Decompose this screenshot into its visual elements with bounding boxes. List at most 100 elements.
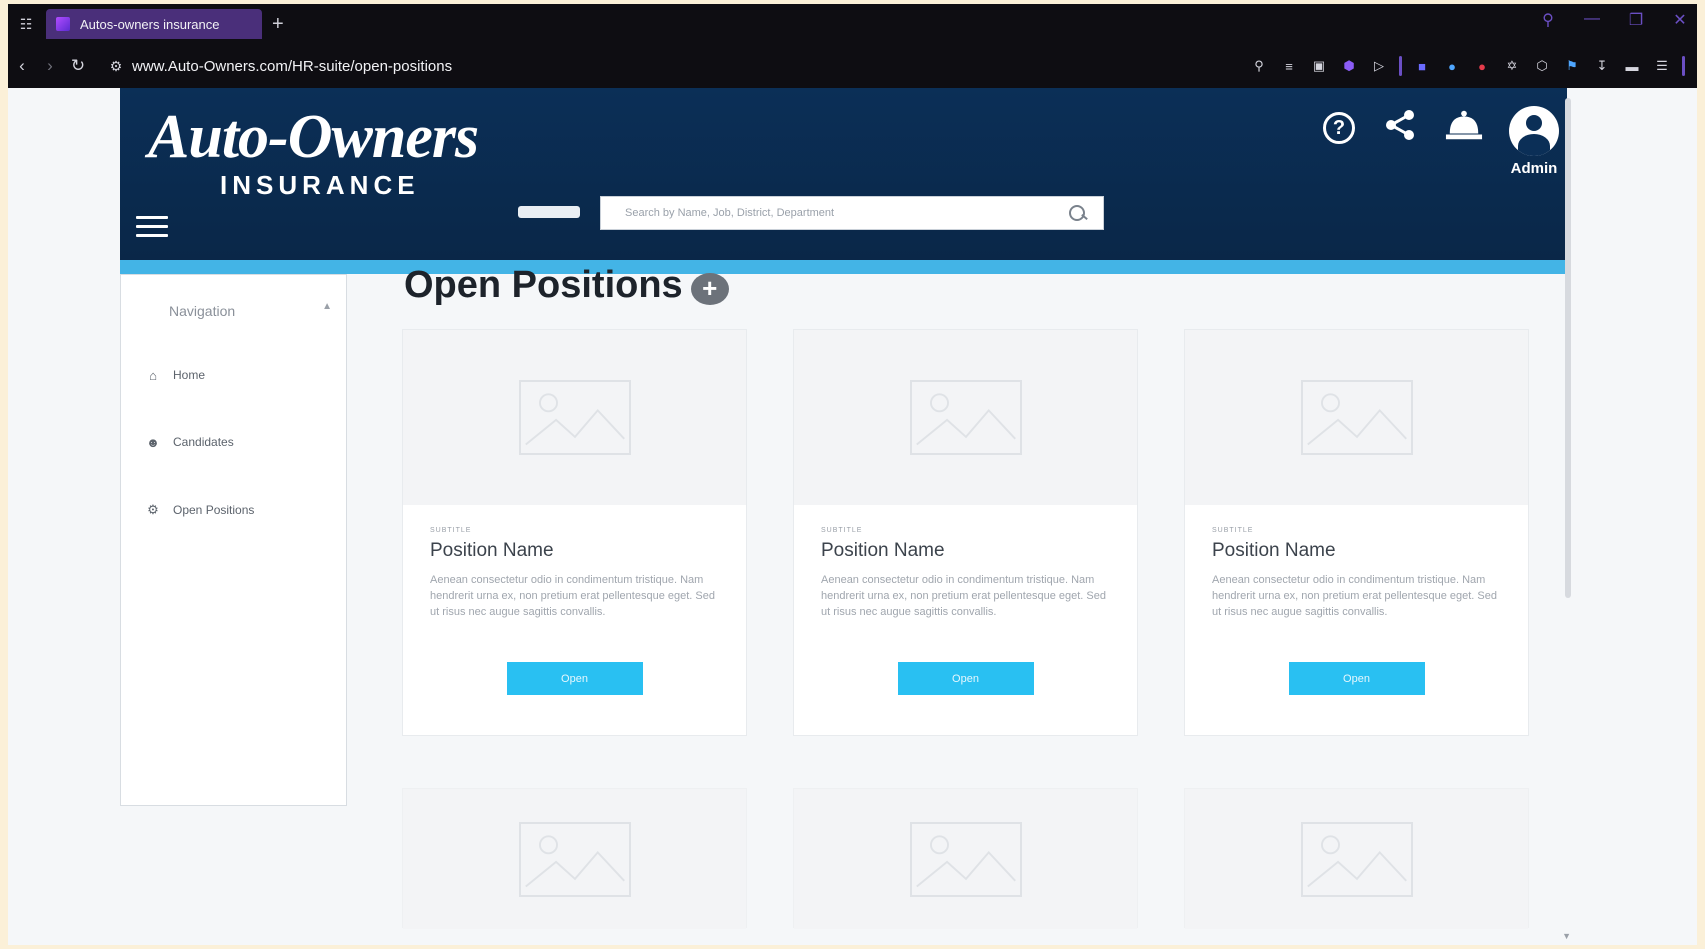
address-bar: ‹ › ↻ ⚙ www.Auto-Owners.com/HR-suite/ope… <box>8 44 1697 88</box>
url-field[interactable]: www.Auto-Owners.com/HR-suite/open-positi… <box>132 58 452 75</box>
header-accent-stripe <box>120 260 1567 274</box>
site-info-icon[interactable]: ⚙ <box>106 58 126 75</box>
card-title: Position Name <box>821 540 945 561</box>
card-subtitle: SUBTITLE <box>430 527 472 534</box>
card-description: Aenean consectetur odio in condimentum t… <box>430 574 715 618</box>
card-image <box>1185 330 1528 505</box>
card-image <box>794 789 1137 929</box>
image-placeholder-icon <box>909 821 1022 897</box>
sidebar-item-open-positions[interactable]: ⚙ Open Positions <box>145 502 254 518</box>
header-actions: ? Admin <box>1323 106 1559 177</box>
page-scrollbar[interactable] <box>1565 98 1571 598</box>
extension-red-icon[interactable]: ● <box>1472 56 1492 76</box>
reload-icon[interactable]: ↻ <box>64 56 92 76</box>
extension-square-icon[interactable]: ■ <box>1412 56 1432 76</box>
sidebar-collapse-icon[interactable]: ▲ <box>322 301 332 312</box>
card-description: Aenean consectetur odio in condimentum t… <box>1212 574 1497 618</box>
logo[interactable]: Auto-Owners INSURANCE <box>148 103 479 201</box>
search-input[interactable] <box>625 207 1065 219</box>
toolbar-divider-end <box>1682 56 1685 76</box>
card-description: Aenean consectetur odio in condimentum t… <box>821 574 1106 618</box>
card-image <box>403 330 746 505</box>
page-viewport: Auto-Owners INSURANCE ? <box>8 88 1697 945</box>
tab-active[interactable]: Autos-owners insurance <box>46 9 262 39</box>
toolbar-divider <box>1399 56 1402 76</box>
position-card: SUBTITLE Position Name Aenean consectetu… <box>402 329 747 736</box>
hamburger-menu-icon[interactable] <box>136 216 168 237</box>
help-icon[interactable]: ? <box>1323 112 1355 144</box>
battery-icon[interactable]: ▬ <box>1622 56 1642 76</box>
sidebar-item-home[interactable]: ⌂ Home <box>145 367 205 383</box>
sidebar-item-label: Open Positions <box>173 503 255 517</box>
scroll-down-icon[interactable]: ▼ <box>1562 931 1571 941</box>
add-position-icon[interactable]: + <box>690 272 729 305</box>
minimize-icon[interactable]: — <box>1583 10 1601 30</box>
tab-actions-icon[interactable]: ☷ <box>12 10 40 38</box>
position-card: SUBTITLE Position Name Aenean consectetu… <box>793 329 1138 736</box>
menu-icon[interactable]: ☰ <box>1652 56 1672 76</box>
app-header: Auto-Owners INSURANCE ? <box>120 88 1567 260</box>
card-title: Position Name <box>430 540 554 561</box>
card-image <box>794 330 1137 505</box>
position-card-next <box>793 788 1138 929</box>
position-card-next <box>402 788 747 929</box>
tab-bar: ☷ Autos-owners insurance + ⚲ — ❐ ✕ <box>8 4 1697 44</box>
card-image <box>1185 789 1528 929</box>
page-title: Open Positions <box>404 264 683 306</box>
open-button[interactable]: Open <box>506 662 643 695</box>
restore-icon[interactable]: ❐ <box>1627 10 1645 30</box>
card-image <box>403 789 746 929</box>
logo-sub: INSURANCE <box>220 170 420 200</box>
logo-main: Auto-Owners <box>148 103 479 171</box>
search-tabs-icon[interactable]: ⚲ <box>1539 10 1557 30</box>
gear-icon: ⚙ <box>147 502 159 517</box>
sidebar-item-candidates[interactable]: ☻ Candidates <box>145 434 234 450</box>
image-placeholder-icon <box>909 380 1022 455</box>
home-icon: ⌂ <box>149 367 157 383</box>
filter-pill[interactable] <box>518 206 580 218</box>
extensions-toolbar: ⚲ ≡ ▣ ⬢ ▷ ■ ● ● ✡ ⬡ ⚑ ↧ ▬ ☰ <box>1249 56 1685 76</box>
favicon-icon <box>56 17 70 31</box>
page-title-row: Open Positions + <box>404 264 729 307</box>
reading-icon[interactable]: ≡ <box>1279 56 1299 76</box>
screenshot-icon[interactable]: ▣ <box>1309 56 1329 76</box>
close-icon[interactable]: ✕ <box>1671 10 1689 30</box>
tab-title: Autos-owners insurance <box>80 16 220 32</box>
image-placeholder-icon <box>1300 380 1413 455</box>
window-controls: ⚲ — ❐ ✕ <box>1539 10 1689 30</box>
cube-icon[interactable]: ⬡ <box>1532 56 1552 76</box>
card-subtitle: SUBTITLE <box>1212 527 1254 534</box>
card-title: Position Name <box>1212 540 1336 561</box>
extension-shield-icon[interactable]: ⬢ <box>1339 56 1359 76</box>
admin-label: Admin <box>1510 160 1558 177</box>
puzzle-icon[interactable]: ✡ <box>1502 56 1522 76</box>
bell-icon[interactable] <box>1445 106 1483 144</box>
sidebar-item-label: Home <box>173 368 206 382</box>
card-subtitle: SUBTITLE <box>821 527 863 534</box>
forward-icon[interactable]: › <box>36 56 64 76</box>
sidebar: Navigation ▲ ⌂ Home ☻ Candidates ⚙ Open … <box>120 274 347 806</box>
download-icon[interactable]: ↧ <box>1592 56 1612 76</box>
person-icon: ☻ <box>146 434 160 450</box>
sidebar-title: Navigation <box>169 303 236 319</box>
open-button[interactable]: Open <box>897 662 1034 695</box>
browser-window: ☷ Autos-owners insurance + ⚲ — ❐ ✕ ‹ › ↻… <box>8 4 1697 945</box>
extension-flag-icon[interactable]: ⚑ <box>1562 56 1582 76</box>
back-icon[interactable]: ‹ <box>8 56 36 76</box>
search-icon[interactable] <box>1065 203 1091 223</box>
play-icon[interactable]: ▷ <box>1369 56 1389 76</box>
avatar-icon <box>1509 106 1559 156</box>
image-placeholder-icon <box>518 380 631 455</box>
search-box <box>600 196 1104 230</box>
position-card-next <box>1184 788 1529 929</box>
share-icon[interactable] <box>1381 106 1419 144</box>
position-card: SUBTITLE Position Name Aenean consectetu… <box>1184 329 1529 736</box>
image-placeholder-icon <box>518 821 631 897</box>
open-button[interactable]: Open <box>1288 662 1425 695</box>
sidebar-item-label: Candidates <box>173 435 234 449</box>
extension-globe-icon[interactable]: ● <box>1442 56 1462 76</box>
image-placeholder-icon <box>1300 821 1413 897</box>
new-tab-icon[interactable]: + <box>272 13 284 36</box>
admin-menu[interactable]: Admin <box>1509 106 1559 177</box>
zoom-icon[interactable]: ⚲ <box>1249 56 1269 76</box>
